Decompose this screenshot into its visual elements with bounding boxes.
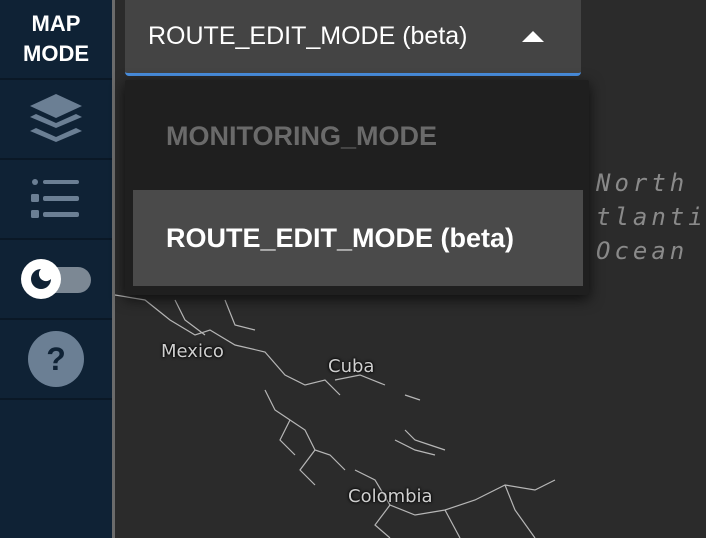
menu-item-monitoring-mode: MONITORING_MODE xyxy=(133,88,583,184)
moon-icon xyxy=(31,269,51,289)
map-label-colombia: Colombia xyxy=(348,486,433,507)
map-mode-select[interactable]: ROUTE_EDIT_MODE (beta) xyxy=(125,0,581,76)
sidebar-title-line1: MAP xyxy=(31,11,81,36)
list-icon xyxy=(31,179,79,218)
sidebar-title-line2: MODE xyxy=(23,41,89,66)
map-label-mexico: Mexico xyxy=(161,341,224,362)
layers-icon xyxy=(30,94,82,142)
theme-toggle-switch[interactable] xyxy=(21,259,91,299)
help-button[interactable]: ? xyxy=(0,320,112,400)
help-icon: ? xyxy=(28,331,84,387)
theme-toggle[interactable] xyxy=(0,240,112,320)
map-label-cuba: Cuba xyxy=(328,356,375,377)
help-label: ? xyxy=(46,340,66,377)
toggle-knob xyxy=(21,259,61,299)
menu-item-label: MONITORING_MODE xyxy=(166,120,438,151)
caret-up-icon[interactable] xyxy=(522,31,544,42)
sidebar: MAP MODE ? xyxy=(0,0,115,538)
map-mode-dropdown-menu: MONITORING_MODE ROUTE_EDIT_MODE (beta) xyxy=(125,80,589,295)
menu-item-label: ROUTE_EDIT_MODE (beta) xyxy=(166,222,515,253)
menu-item-route-edit-mode[interactable]: ROUTE_EDIT_MODE (beta) xyxy=(133,190,583,286)
list-button[interactable] xyxy=(0,160,112,240)
layers-button[interactable] xyxy=(0,80,112,160)
map-mode-select-value: ROUTE_EDIT_MODE (beta) xyxy=(148,22,468,50)
sidebar-title: MAP MODE xyxy=(0,0,112,80)
map-label-ocean: North tlantic Ocean xyxy=(596,169,706,265)
